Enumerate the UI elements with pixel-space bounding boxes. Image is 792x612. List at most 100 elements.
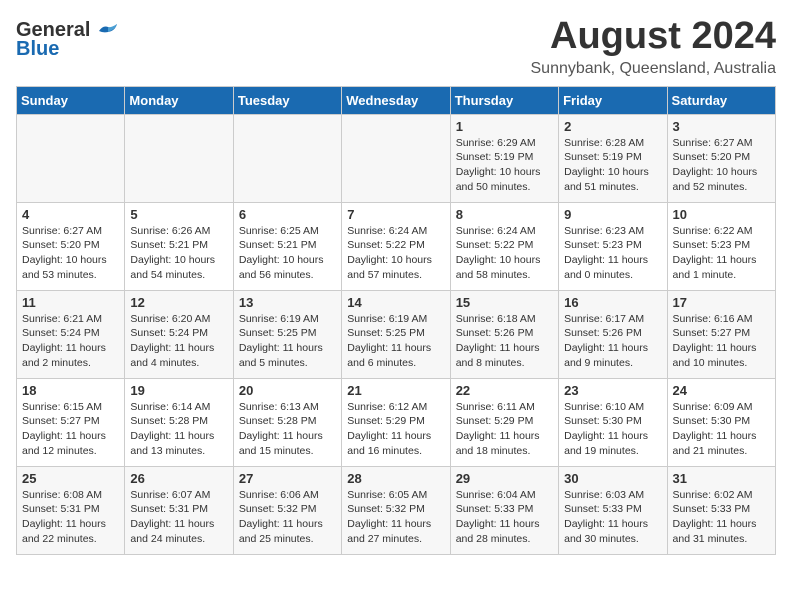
- cell-info: Sunrise: 6:12 AM Sunset: 5:29 PM Dayligh…: [347, 400, 444, 459]
- calendar-cell: 4 Sunrise: 6:27 AM Sunset: 5:20 PM Daylig…: [17, 202, 125, 290]
- calendar-cell: 28Sunrise: 6:05 AM Sunset: 5:32 PM Dayli…: [342, 466, 450, 554]
- day-number: 11: [22, 295, 119, 310]
- day-number: 12: [130, 295, 227, 310]
- day-number: 7: [347, 207, 444, 222]
- cell-info: Sunrise: 6:19 AM Sunset: 5:25 PM Dayligh…: [239, 312, 336, 371]
- day-number: 28: [347, 471, 444, 486]
- day-number: 29: [456, 471, 553, 486]
- calendar-cell: [342, 114, 450, 202]
- cell-info: Sunrise: 6:07 AM Sunset: 5:31 PM Dayligh…: [130, 488, 227, 547]
- calendar-cell: 18 Sunrise: 6:15 AM Sunset: 5:27 PM Dayli…: [17, 378, 125, 466]
- cell-info: Sunrise: 6:22 AM Sunset: 5:23 PM Dayligh…: [673, 224, 770, 283]
- day-number: 21: [347, 383, 444, 398]
- calendar-table: SundayMondayTuesdayWednesdayThursdayFrid…: [16, 86, 776, 555]
- day-number: 6: [239, 207, 336, 222]
- location-title: Sunnybank, Queensland, Australia: [531, 60, 777, 78]
- header-thursday: Thursday: [450, 86, 558, 114]
- cell-info: Sunrise: 6:27 AM Sunset: 5:20 PM Dayligh…: [22, 224, 119, 283]
- calendar-cell: 19Sunrise: 6:14 AM Sunset: 5:28 PM Dayli…: [125, 378, 233, 466]
- day-number: 22: [456, 383, 553, 398]
- day-number: 23: [564, 383, 661, 398]
- calendar-cell: 13 Sunrise: 6:19 AM Sunset: 5:25 PM Dayli…: [233, 290, 341, 378]
- day-number: 31: [673, 471, 770, 486]
- header-saturday: Saturday: [667, 86, 775, 114]
- logo: General Blue: [16, 20, 119, 61]
- day-number: 26: [130, 471, 227, 486]
- logo-blue-line: Blue: [16, 38, 59, 61]
- cell-info: Sunrise: 6:11 AM Sunset: 5:29 PM Dayligh…: [456, 400, 553, 459]
- cell-info: Sunrise: 6:17 AM Sunset: 5:26 PM Dayligh…: [564, 312, 661, 371]
- week-row-5: 25 Sunrise: 6:08 AM Sunset: 5:31 PM Dayli…: [17, 466, 776, 554]
- calendar-cell: 17 Sunrise: 6:16 AM Sunset: 5:27 PM Dayli…: [667, 290, 775, 378]
- calendar-cell: 30 Sunrise: 6:03 AM Sunset: 5:33 PM Dayli…: [559, 466, 667, 554]
- calendar-cell: 20 Sunrise: 6:13 AM Sunset: 5:28 PM Dayli…: [233, 378, 341, 466]
- day-number: 13: [239, 295, 336, 310]
- cell-info: Sunrise: 6:19 AM Sunset: 5:25 PM Dayligh…: [347, 312, 444, 371]
- header-friday: Friday: [559, 86, 667, 114]
- day-number: 17: [673, 295, 770, 310]
- day-number: 20: [239, 383, 336, 398]
- day-number: 2: [564, 119, 661, 134]
- day-number: 4: [22, 207, 119, 222]
- cell-info: Sunrise: 6:23 AM Sunset: 5:23 PM Dayligh…: [564, 224, 661, 283]
- cell-info: Sunrise: 6:13 AM Sunset: 5:28 PM Dayligh…: [239, 400, 336, 459]
- calendar-cell: 23 Sunrise: 6:10 AM Sunset: 5:30 PM Dayli…: [559, 378, 667, 466]
- cell-info: Sunrise: 6:02 AM Sunset: 5:33 PM Dayligh…: [673, 488, 770, 547]
- day-number: 14: [347, 295, 444, 310]
- day-number: 1: [456, 119, 553, 134]
- cell-info: Sunrise: 6:28 AM Sunset: 5:19 PM Dayligh…: [564, 136, 661, 195]
- calendar-cell: 9 Sunrise: 6:23 AM Sunset: 5:23 PM Daylig…: [559, 202, 667, 290]
- day-number: 30: [564, 471, 661, 486]
- cell-info: Sunrise: 6:18 AM Sunset: 5:26 PM Dayligh…: [456, 312, 553, 371]
- day-number: 19: [130, 383, 227, 398]
- calendar-cell: 2 Sunrise: 6:28 AM Sunset: 5:19 PM Daylig…: [559, 114, 667, 202]
- calendar-cell: [125, 114, 233, 202]
- cell-info: Sunrise: 6:21 AM Sunset: 5:24 PM Dayligh…: [22, 312, 119, 371]
- calendar-cell: 15Sunrise: 6:18 AM Sunset: 5:26 PM Dayli…: [450, 290, 558, 378]
- header-sunday: Sunday: [17, 86, 125, 114]
- calendar-cell: [233, 114, 341, 202]
- day-number: 18: [22, 383, 119, 398]
- day-number: 27: [239, 471, 336, 486]
- calendar-cell: 21 Sunrise: 6:12 AM Sunset: 5:29 PM Dayli…: [342, 378, 450, 466]
- calendar-cell: 11 Sunrise: 6:21 AM Sunset: 5:24 PM Dayli…: [17, 290, 125, 378]
- header-monday: Monday: [125, 86, 233, 114]
- day-number: 10: [673, 207, 770, 222]
- day-number: 24: [673, 383, 770, 398]
- day-number: 8: [456, 207, 553, 222]
- week-row-2: 4 Sunrise: 6:27 AM Sunset: 5:20 PM Daylig…: [17, 202, 776, 290]
- month-title: August 2024: [531, 16, 777, 58]
- header-tuesday: Tuesday: [233, 86, 341, 114]
- cell-info: Sunrise: 6:24 AM Sunset: 5:22 PM Dayligh…: [347, 224, 444, 283]
- week-row-1: 1 Sunrise: 6:29 AM Sunset: 5:19 PM Daylig…: [17, 114, 776, 202]
- cell-info: Sunrise: 6:15 AM Sunset: 5:27 PM Dayligh…: [22, 400, 119, 459]
- calendar-cell: 7 Sunrise: 6:24 AM Sunset: 5:22 PM Daylig…: [342, 202, 450, 290]
- page-header: General Blue August 2024 Sunnybank, Quee…: [16, 16, 776, 78]
- calendar-cell: 29Sunrise: 6:04 AM Sunset: 5:33 PM Dayli…: [450, 466, 558, 554]
- cell-info: Sunrise: 6:29 AM Sunset: 5:19 PM Dayligh…: [456, 136, 553, 195]
- calendar-cell: 1 Sunrise: 6:29 AM Sunset: 5:19 PM Daylig…: [450, 114, 558, 202]
- cell-info: Sunrise: 6:20 AM Sunset: 5:24 PM Dayligh…: [130, 312, 227, 371]
- day-number: 16: [564, 295, 661, 310]
- calendar-cell: 6Sunrise: 6:25 AM Sunset: 5:21 PM Daylig…: [233, 202, 341, 290]
- cell-info: Sunrise: 6:16 AM Sunset: 5:27 PM Dayligh…: [673, 312, 770, 371]
- calendar-cell: 26 Sunrise: 6:07 AM Sunset: 5:31 PM Dayli…: [125, 466, 233, 554]
- cell-info: Sunrise: 6:10 AM Sunset: 5:30 PM Dayligh…: [564, 400, 661, 459]
- calendar-cell: 5Sunrise: 6:26 AM Sunset: 5:21 PM Daylig…: [125, 202, 233, 290]
- calendar-cell: 8Sunrise: 6:24 AM Sunset: 5:22 PM Daylig…: [450, 202, 558, 290]
- calendar-cell: 27 Sunrise: 6:06 AM Sunset: 5:32 PM Dayli…: [233, 466, 341, 554]
- cell-info: Sunrise: 6:06 AM Sunset: 5:32 PM Dayligh…: [239, 488, 336, 547]
- calendar-cell: 10 Sunrise: 6:22 AM Sunset: 5:23 PM Dayli…: [667, 202, 775, 290]
- week-row-4: 18 Sunrise: 6:15 AM Sunset: 5:27 PM Dayli…: [17, 378, 776, 466]
- calendar-cell: 14 Sunrise: 6:19 AM Sunset: 5:25 PM Dayli…: [342, 290, 450, 378]
- calendar-cell: 12 Sunrise: 6:20 AM Sunset: 5:24 PM Dayli…: [125, 290, 233, 378]
- day-number: 3: [673, 119, 770, 134]
- cell-info: Sunrise: 6:27 AM Sunset: 5:20 PM Dayligh…: [673, 136, 770, 195]
- cell-info: Sunrise: 6:03 AM Sunset: 5:33 PM Dayligh…: [564, 488, 661, 547]
- day-number: 9: [564, 207, 661, 222]
- calendar-cell: 31 Sunrise: 6:02 AM Sunset: 5:33 PM Dayli…: [667, 466, 775, 554]
- cell-info: Sunrise: 6:08 AM Sunset: 5:31 PM Dayligh…: [22, 488, 119, 547]
- day-number: 25: [22, 471, 119, 486]
- logo-text: General: [16, 20, 119, 40]
- week-row-3: 11 Sunrise: 6:21 AM Sunset: 5:24 PM Dayli…: [17, 290, 776, 378]
